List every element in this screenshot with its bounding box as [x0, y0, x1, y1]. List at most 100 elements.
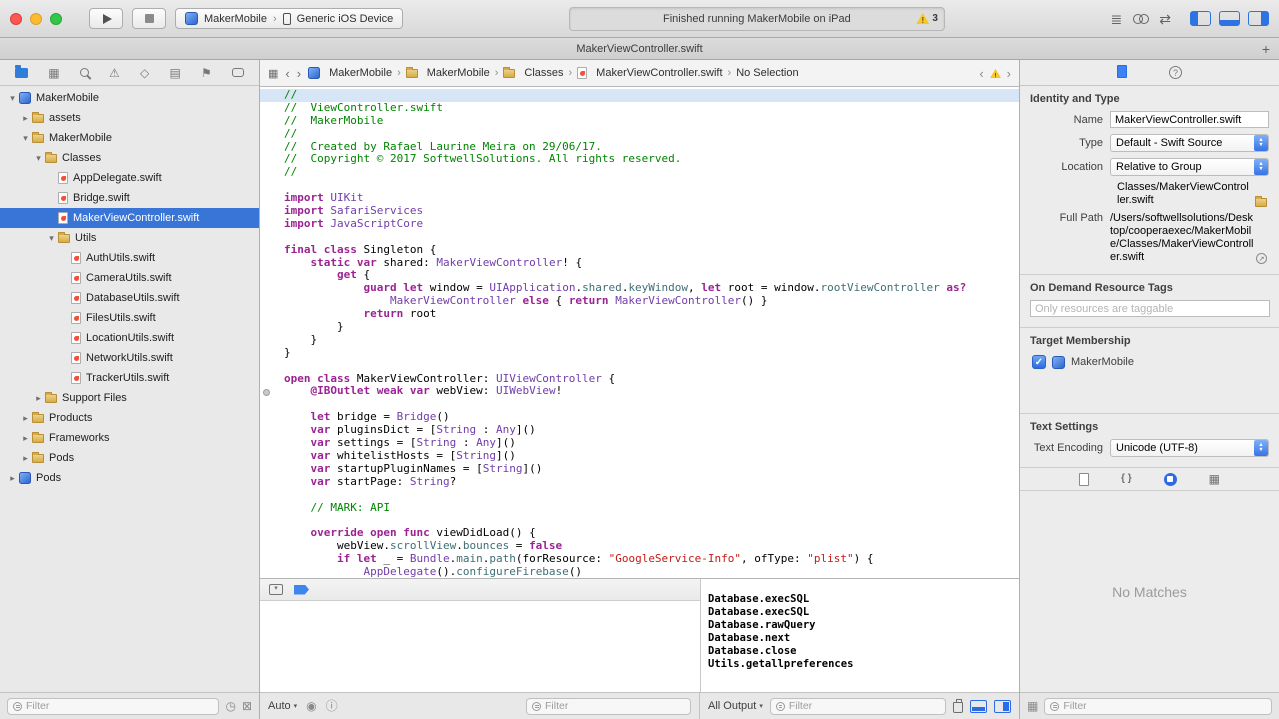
resource-tags-field[interactable] [1030, 300, 1270, 317]
close-button[interactable] [10, 13, 22, 25]
warning-badge[interactable]: 3 [916, 13, 938, 24]
project-navigator-icon[interactable] [15, 68, 28, 78]
toggle-navigator-button[interactable] [1190, 11, 1211, 26]
breakpoints-toggle-icon[interactable] [294, 585, 309, 595]
issue-navigator-icon[interactable]: ⚠ [109, 67, 120, 79]
previous-issue-button[interactable]: ‹ [979, 66, 983, 81]
symbol-navigator-icon[interactable]: ▦ [48, 67, 59, 79]
disclosure-triangle-icon[interactable]: ▾ [19, 133, 32, 144]
disclosure-triangle-icon[interactable]: ▸ [19, 453, 32, 464]
tree-item[interactable]: AuthUtils.swift [0, 248, 259, 268]
breadcrumb-item[interactable]: No Selection [736, 67, 798, 79]
new-tab-button[interactable]: + [1262, 42, 1270, 56]
recent-files-clock-icon[interactable]: ◷ [225, 700, 235, 712]
tree-item[interactable]: ▾MakerMobile [0, 88, 259, 108]
debug-toolbar [260, 579, 700, 601]
version-editor-button[interactable]: ⇄ [1159, 12, 1171, 26]
toggle-debug-area-button[interactable] [1219, 11, 1240, 26]
test-navigator-icon[interactable]: ◇ [140, 67, 149, 79]
disclosure-triangle-icon[interactable]: ▸ [19, 413, 32, 424]
variables-scope-popup[interactable]: Auto ▾ [268, 700, 297, 712]
navigator-filter-field[interactable]: Filter [7, 698, 219, 715]
find-navigator-icon[interactable] [80, 68, 89, 77]
tree-item[interactable]: ▾MakerMobile [0, 128, 259, 148]
tree-item[interactable]: ▾Utils [0, 228, 259, 248]
forward-button[interactable]: › [297, 67, 301, 80]
disclosure-triangle-icon[interactable]: ▸ [19, 113, 32, 124]
console-output-popup[interactable]: All Output ▾ [708, 700, 763, 712]
standard-editor-button[interactable]: ≣ [1111, 12, 1123, 26]
next-issue-button[interactable]: › [1007, 66, 1011, 81]
tree-item[interactable]: AppDelegate.swift [0, 168, 259, 188]
folder-icon[interactable] [1255, 198, 1267, 207]
tree-item[interactable]: ▸Pods [0, 468, 259, 488]
run-button[interactable] [89, 8, 123, 29]
name-field[interactable] [1110, 111, 1269, 128]
breadcrumb-item[interactable]: Classes [503, 67, 563, 79]
disclosure-triangle-icon[interactable]: ▾ [6, 93, 19, 104]
tree-item[interactable]: MakerViewController.swift [0, 208, 259, 228]
hide-debug-area-icon[interactable] [269, 584, 283, 595]
variables-filter-field[interactable]: Filter [526, 698, 691, 715]
tab-title[interactable]: MakerViewController.swift [576, 43, 702, 55]
target-row[interactable]: MakerMobile [1032, 355, 1267, 369]
disclosure-triangle-icon[interactable]: ▾ [45, 233, 58, 244]
tree-item[interactable]: ▸Products [0, 408, 259, 428]
variables-view[interactable] [260, 601, 700, 692]
breakpoint-navigator-icon[interactable]: ⚑ [201, 67, 212, 79]
breadcrumb-item[interactable]: MakerMobile [406, 67, 490, 79]
quick-help-inspector-icon[interactable] [1169, 66, 1182, 79]
checkbox-checked-icon[interactable] [1032, 355, 1046, 369]
minimize-button[interactable] [30, 13, 42, 25]
tree-item[interactable]: ▸Frameworks [0, 428, 259, 448]
breadcrumb-item[interactable]: MakerViewController.swift [577, 67, 722, 79]
media-library-icon[interactable]: ▦ [1209, 473, 1220, 485]
stop-button[interactable] [132, 8, 166, 29]
toggle-utilities-button[interactable] [1248, 11, 1269, 26]
library-filter-field[interactable]: Filter [1044, 698, 1272, 715]
tree-item[interactable]: FilesUtils.swift [0, 308, 259, 328]
tree-item[interactable]: ▸assets [0, 108, 259, 128]
clear-console-icon[interactable] [953, 702, 963, 713]
text-encoding-dropdown[interactable]: Unicode (UTF-8) [1110, 439, 1269, 457]
tree-item[interactable]: NetworkUtils.swift [0, 348, 259, 368]
file-inspector-icon[interactable] [1117, 65, 1127, 81]
tree-item[interactable]: DatabaseUtils.swift [0, 288, 259, 308]
disclosure-triangle-icon[interactable]: ▾ [32, 153, 45, 164]
disclosure-triangle-icon[interactable]: ▸ [6, 473, 19, 484]
assistant-editor-button[interactable] [1133, 14, 1148, 24]
tree-item[interactable]: Bridge.swift [0, 188, 259, 208]
debug-navigator-icon[interactable]: ▤ [169, 67, 180, 79]
tree-item[interactable]: TrackerUtils.swift [0, 368, 259, 388]
related-items-icon[interactable]: ▦ [268, 67, 278, 80]
grid-icon[interactable]: ▦ [1027, 700, 1038, 712]
tree-item[interactable]: ▸Pods [0, 448, 259, 468]
tree-item[interactable]: ▸Support Files [0, 388, 259, 408]
zoom-button[interactable] [50, 13, 62, 25]
report-navigator-icon[interactable] [232, 68, 244, 77]
location-path: Classes/MakerViewController.swift [1117, 181, 1250, 207]
tree-item[interactable]: ▾Classes [0, 148, 259, 168]
source-editor[interactable]: //// ViewController.swift// MakerMobile/… [260, 87, 1019, 578]
open-in-finder-icon[interactable]: ↗ [1256, 253, 1267, 264]
type-dropdown[interactable]: Default - Swift Source [1110, 134, 1269, 152]
object-library-icon[interactable] [1164, 473, 1177, 486]
tree-item[interactable]: LocationUtils.swift [0, 328, 259, 348]
scm-status-filter-icon[interactable]: ⊠ [242, 700, 252, 712]
disclosure-triangle-icon[interactable]: ▸ [19, 433, 32, 444]
tree-item[interactable]: CameraUtils.swift [0, 268, 259, 288]
warning-icon[interactable] [990, 68, 1001, 77]
back-button[interactable]: ‹ [285, 67, 289, 80]
breadcrumb-item[interactable]: MakerMobile [308, 67, 392, 79]
file-template-library-icon[interactable] [1079, 473, 1089, 486]
location-dropdown[interactable]: Relative to Group [1110, 158, 1269, 176]
console-view[interactable]: Database.execSQLDatabase.execSQLDatabase… [700, 579, 1019, 692]
console-filter-field[interactable]: Filter [770, 698, 946, 715]
scheme-selector[interactable]: MakerMobile › Generic iOS Device [175, 8, 403, 29]
info-icon[interactable]: ⓘ [326, 700, 338, 712]
disclosure-triangle-icon[interactable]: ▸ [32, 393, 45, 404]
flat-view-icon[interactable]: ◉ [306, 700, 316, 712]
show-console-toggle-icon[interactable] [994, 700, 1011, 713]
show-variables-toggle-icon[interactable] [970, 700, 987, 713]
code-snippet-library-icon[interactable] [1121, 474, 1132, 484]
